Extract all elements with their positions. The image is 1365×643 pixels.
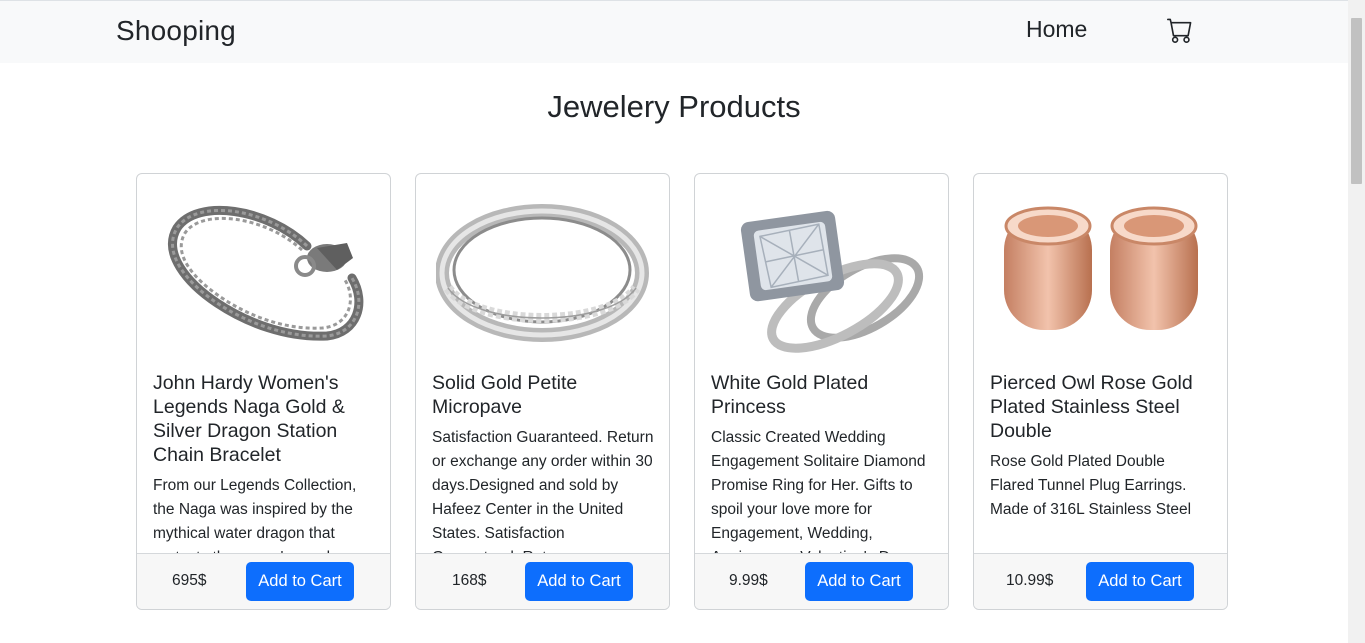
card-footer: 695$ Add to Cart [137,553,390,609]
product-price: 10.99$ [1006,572,1054,589]
product-price: 695$ [172,572,207,589]
product-card: John Hardy Women's Legends Naga Gold & S… [136,173,391,610]
product-description: Classic Created Wedding Engagement Solit… [711,429,926,554]
product-title: White Gold Plated Princess [711,372,869,418]
product-price: 168$ [452,572,487,589]
product-card: Pierced Owl Rose Gold Plated Stainless S… [973,173,1228,610]
card-body: John Hardy Women's Legends Naga Gold & S… [153,371,375,554]
card-body: White Gold Plated Princess Classic Creat… [711,371,933,554]
product-description: Rose Gold Plated Double Flared Tunnel Pl… [990,453,1192,518]
product-card: White Gold Plated Princess Classic Creat… [694,173,949,610]
product-price: 9.99$ [729,572,768,589]
product-card: Solid Gold Petite Micropave Satisfaction… [415,173,670,610]
brand-logo[interactable]: Shooping [116,15,236,47]
product-description: Satisfaction Guaranteed. Return or excha… [432,429,654,554]
add-to-cart-button[interactable]: Add to Cart [1086,562,1194,601]
product-title: Solid Gold Petite Micropave [432,372,578,418]
card-footer: 168$ Add to Cart [416,553,669,609]
add-to-cart-button[interactable]: Add to Cart [525,562,633,601]
cart-icon[interactable] [1167,17,1193,43]
vertical-scrollbar[interactable] [1348,0,1365,643]
nav-home-link[interactable]: Home [1026,16,1087,43]
product-title: John Hardy Women's Legends Naga Gold & S… [153,372,345,466]
card-footer: 10.99$ Add to Cart [974,553,1227,609]
add-to-cart-button[interactable]: Add to Cart [246,562,354,601]
scrollbar-thumb[interactable] [1351,18,1362,184]
rose-gold-tunnel-plugs-image [994,188,1207,358]
micropave-ring-image [436,188,649,358]
product-description: From our Legends Collection, the Naga wa… [153,477,357,554]
add-to-cart-button[interactable]: Add to Cart [805,562,913,601]
dragon-chain-bracelet-image [157,188,370,358]
navbar: Shooping Home [0,1,1348,63]
product-title: Pierced Owl Rose Gold Plated Stainless S… [990,372,1193,442]
page-title: Jewelery Products [547,89,801,124]
princess-diamond-ring-image [715,188,928,358]
card-body: Pierced Owl Rose Gold Plated Stainless S… [990,371,1212,554]
card-footer: 9.99$ Add to Cart [695,553,948,609]
card-body: Solid Gold Petite Micropave Satisfaction… [432,371,654,554]
